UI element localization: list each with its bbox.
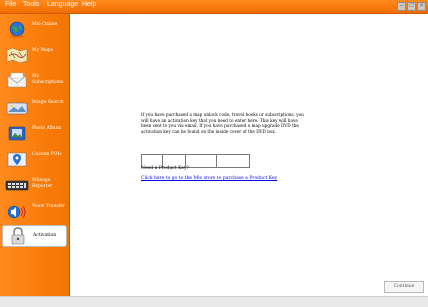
sidebar-item-label: My Subscriptions [32,74,64,85]
sidebar-item-my-maps[interactable]: My Maps [2,43,67,67]
product-key-field-3[interactable] [185,154,217,168]
sidebar-item-my-subscriptions[interactable]: My Subscriptions [2,69,67,93]
sidebar-item-label: Mio Online [32,22,58,27]
store-link[interactable]: Click here to go to the Mio store to pur… [141,176,277,181]
continue-button[interactable]: Continue [384,281,424,293]
globe-icon [9,21,25,38]
sidebar-item-label: Mileage Reporter [32,178,53,189]
activation-instructions: If you have purchased a map unlock code,… [141,112,304,134]
sidebar-item-photo-album[interactable]: Photo Album [2,121,67,145]
sidebar-item-label: My Maps [32,48,54,53]
menu-bar: File Tools Language Help – □ × [0,0,428,14]
menu-language[interactable]: Language [47,1,78,8]
maximize-button[interactable]: □ [407,2,416,11]
photo-album-icon [8,126,26,141]
sidebar-item-image-search[interactable]: Image Search [2,95,67,119]
menu-file[interactable]: File [5,1,16,8]
speaker-icon [7,205,26,219]
sidebar: Mio Online My Maps My Subscriptions Imag… [0,14,70,296]
calculator-icon [5,180,29,191]
map-icon [6,47,28,64]
sidebar-item-activation[interactable]: Activation [2,225,67,247]
sidebar-item-mileage-reporter[interactable]: Mileage Reporter [2,173,67,197]
status-bar [0,296,428,307]
sidebar-item-label: Activation [33,233,57,238]
minimize-button[interactable]: – [397,2,406,11]
sidebar-item-label: Custom POIs [32,152,62,157]
need-product-key-label: Need a Product Key? [141,166,189,171]
menu-tools[interactable]: Tools [23,1,39,8]
envelope-icon [7,72,27,88]
sidebar-item-custom-pois[interactable]: Custom POIs [2,147,67,171]
menu-help[interactable]: Help [82,1,96,8]
poi-icon [7,152,27,167]
sidebar-item-mio-online[interactable]: Mio Online [2,17,67,41]
camera-icon [6,102,28,115]
sidebar-item-label: Image Search [32,100,64,105]
sidebar-item-voice-transfer[interactable]: Voice Transfer [2,199,67,223]
product-key-field-4[interactable] [216,154,250,168]
sidebar-item-label: Voice Transfer [32,204,66,209]
close-button[interactable]: × [417,2,426,11]
sidebar-item-label: Photo Album [32,126,62,131]
lock-icon [11,227,25,245]
